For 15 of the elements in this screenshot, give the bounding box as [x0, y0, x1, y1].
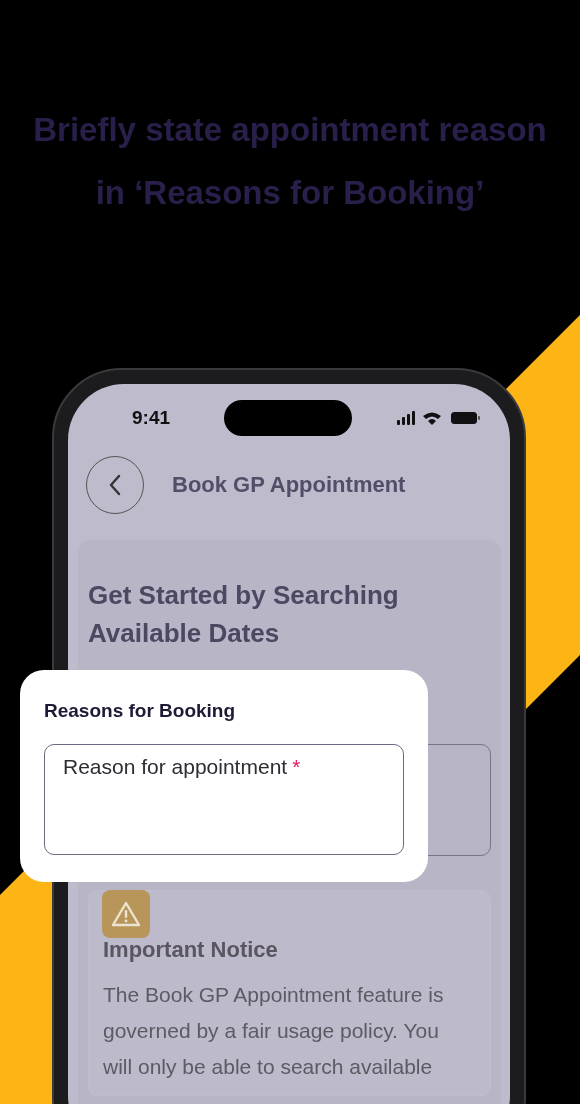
notice-text: The Book GP Appointment feature is governed by a fair usage policy. You will only be able to search available: [103, 982, 445, 1080]
required-mark: *: [292, 755, 301, 779]
warning-icon: [102, 890, 150, 938]
field-label: Reasons for Booking: [44, 700, 237, 722]
reason-field[interactable]: Reason for appointment *: [44, 744, 404, 855]
wifi-icon: [423, 411, 441, 425]
back-icon: [108, 473, 122, 497]
headline: Briefly state appointment reason in ‘Reasons for Booking’: [32, 110, 548, 213]
signal-icon: [397, 411, 415, 425]
status-time: 9:41: [132, 407, 172, 429]
notice-title: Important Notice: [103, 937, 279, 963]
battery-icon: [451, 412, 480, 424]
card-heading: Get Started by Searching Available Dates: [88, 579, 400, 650]
field-placeholder: Reason for appointment: [63, 755, 288, 779]
screen-title: Book GP Appointment: [172, 472, 406, 498]
